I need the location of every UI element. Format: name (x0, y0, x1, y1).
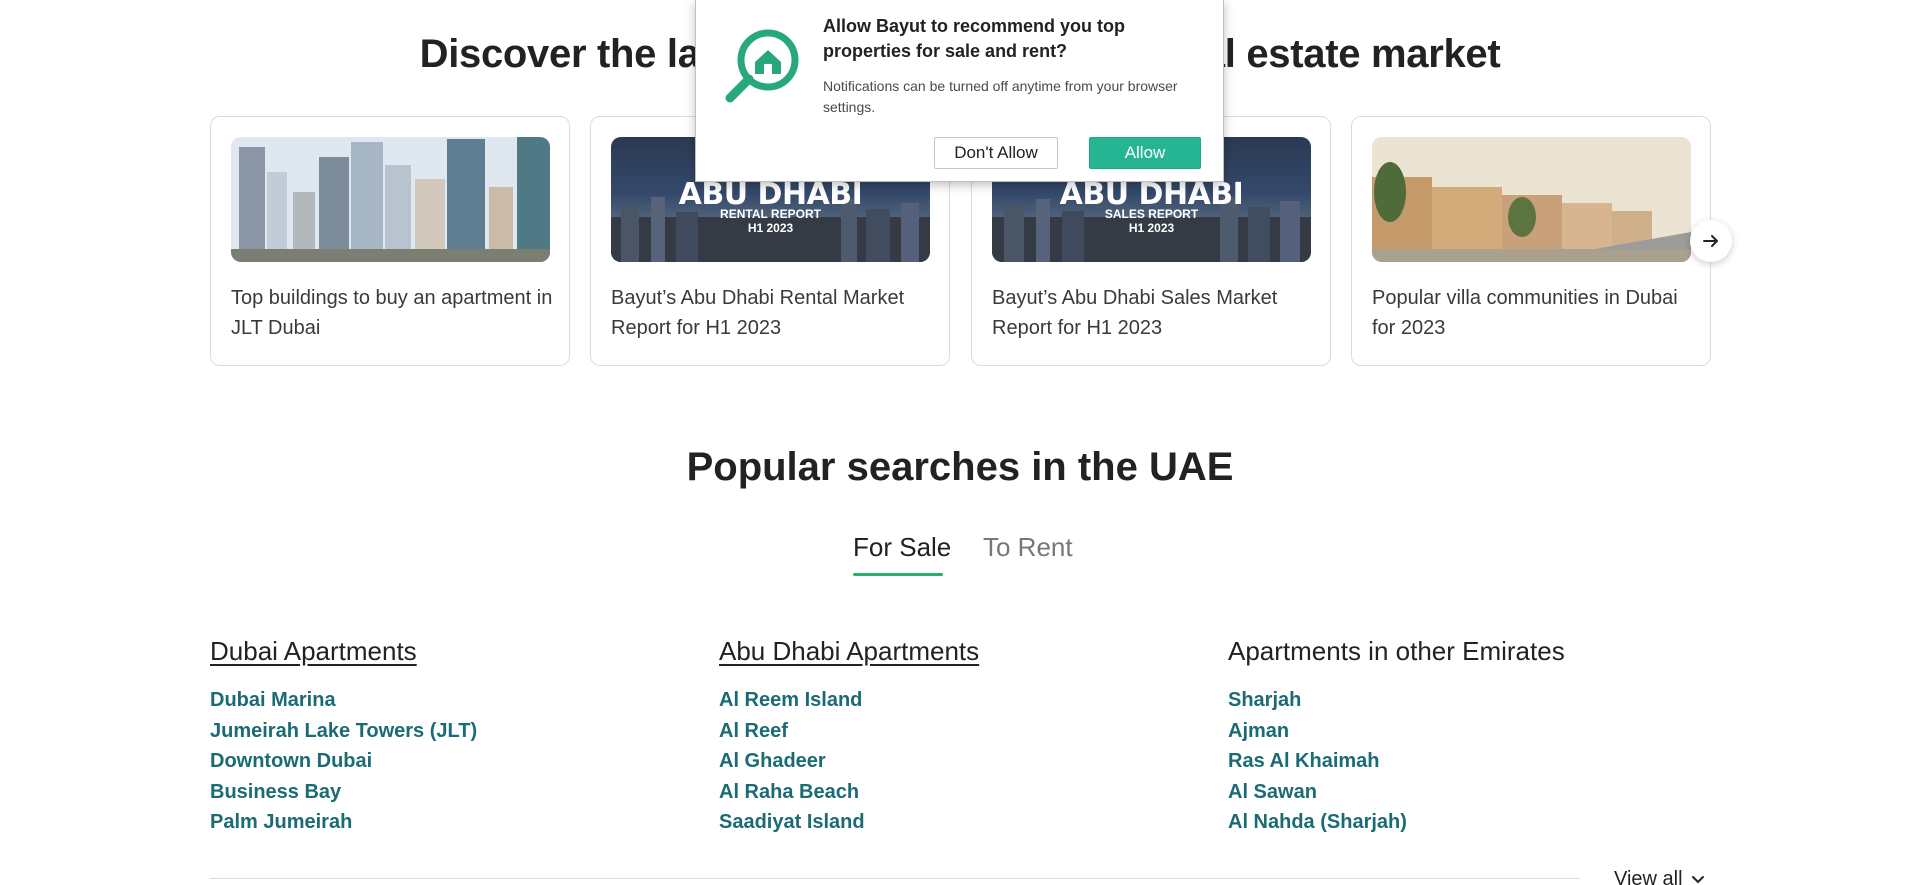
search-link[interactable]: Dubai Marina (210, 685, 710, 716)
card-title: Top buildings to buy an apartment in JLT… (231, 287, 553, 339)
page: Discover the latest insights on the UAE … (0, 0, 1920, 885)
dont-allow-button[interactable]: Don't Allow (934, 137, 1058, 169)
search-link[interactable]: Al Raha Beach (719, 777, 1219, 808)
notification-body: Notifications can be turned off anytime … (823, 78, 1178, 115)
column-heading-link[interactable]: Abu Dhabi Apartments (719, 636, 979, 667)
search-link[interactable]: Al Nahda (Sharjah) (1228, 807, 1728, 838)
report-subtitle: RENTAL REPORT H1 2023 (720, 207, 821, 235)
card-image (1372, 137, 1691, 262)
allow-button[interactable]: Allow (1089, 137, 1201, 169)
house-search-icon (725, 29, 799, 103)
search-link[interactable]: Palm Jumeirah (210, 807, 710, 838)
search-link[interactable]: Al Ghadeer (719, 746, 1219, 777)
other-emirates-column: Apartments in other Emirates Sharjah Ajm… (1228, 636, 1728, 838)
divider (210, 878, 1580, 879)
notification-title: Allow Bayut to recommend you top propert… (823, 16, 1126, 61)
search-link[interactable]: Al Reef (719, 716, 1219, 747)
search-link[interactable]: Jumeirah Lake Towers (JLT) (210, 716, 710, 747)
card-title: Popular villa communities in Dubai for 2… (1372, 287, 1678, 339)
carousel-next-button[interactable] (1690, 220, 1732, 262)
popular-searches-title: Popular searches in the UAE (686, 445, 1234, 489)
column-heading: Apartments in other Emirates (1228, 636, 1565, 666)
dubai-apartments-column: Dubai Apartments Dubai Marina Jumeirah L… (210, 636, 710, 838)
insight-card[interactable]: Top buildings to buy an apartment in JLT… (210, 116, 570, 366)
arrow-right-icon (1703, 235, 1718, 247)
view-all-label: View all (1614, 868, 1683, 885)
column-heading-link[interactable]: Dubai Apartments (210, 636, 417, 667)
tab-for-sale[interactable]: For Sale (853, 532, 951, 563)
search-link[interactable]: Al Reem Island (719, 685, 1219, 716)
abu-dhabi-apartments-column: Abu Dhabi Apartments Al Reem Island Al R… (719, 636, 1219, 838)
popular-tabs: For Sale To Rent (0, 532, 1920, 578)
search-link[interactable]: Al Sawan (1228, 777, 1728, 808)
search-link[interactable]: Ras Al Khaimah (1228, 746, 1728, 777)
view-all-button[interactable]: View all (1614, 868, 1705, 885)
search-link[interactable]: Sharjah (1228, 685, 1728, 716)
tab-to-rent[interactable]: To Rent (983, 532, 1073, 563)
search-link[interactable]: Business Bay (210, 777, 710, 808)
active-tab-indicator (853, 573, 943, 576)
search-link[interactable]: Downtown Dubai (210, 746, 710, 777)
chevron-down-icon (1691, 875, 1704, 883)
notification-popup: Allow Bayut to recommend you top propert… (695, 0, 1224, 182)
card-title: Bayut’s Abu Dhabi Rental Market Report f… (611, 287, 905, 339)
search-link[interactable]: Saadiyat Island (719, 807, 1219, 838)
card-title: Bayut’s Abu Dhabi Sales Market Report fo… (992, 287, 1278, 339)
insight-card[interactable]: Popular villa communities in Dubai for 2… (1351, 116, 1711, 366)
report-subtitle: SALES REPORT H1 2023 (1104, 207, 1199, 235)
card-image (231, 137, 550, 262)
search-link[interactable]: Ajman (1228, 716, 1728, 747)
